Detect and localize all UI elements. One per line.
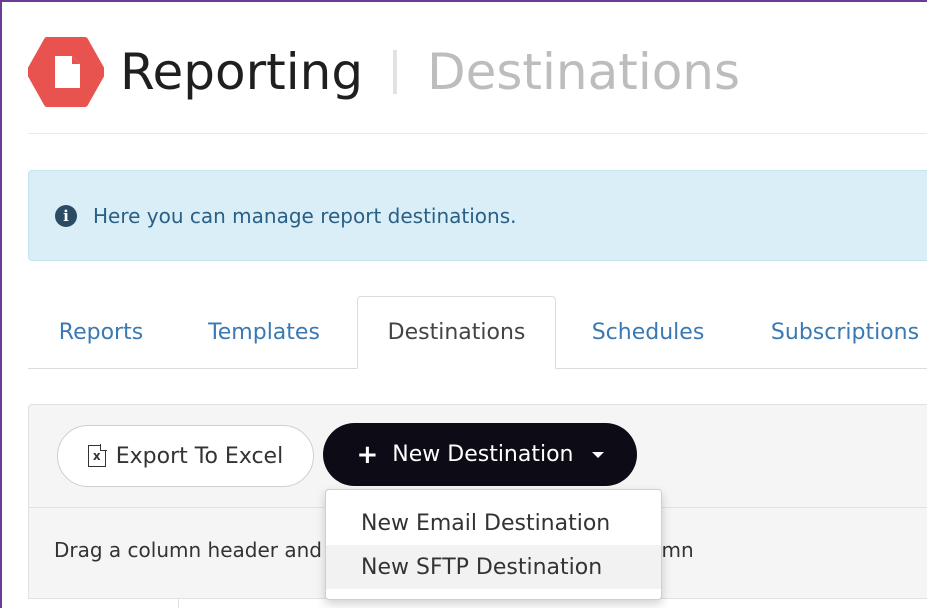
tab-destinations[interactable]: Destinations — [357, 296, 556, 369]
chevron-down-icon — [591, 451, 604, 458]
export-button-label: Export To Excel — [115, 443, 284, 469]
alert-text: Here you can manage report destinations. — [93, 203, 517, 228]
tab-subscriptions[interactable]: Subscriptions — [750, 296, 927, 369]
page-header: Reporting Destinations — [28, 30, 740, 114]
new-destination-button[interactable]: + New Destination — [323, 423, 637, 486]
info-icon: i — [55, 204, 77, 227]
page-title: Reporting — [120, 43, 364, 101]
tab-bar: Reports Templates Destinations Schedules… — [28, 296, 927, 369]
menu-item-new-sftp-destination[interactable]: New SFTP Destination — [326, 545, 661, 589]
tab-templates[interactable]: Templates — [174, 296, 354, 369]
tab-reports[interactable]: Reports — [28, 296, 174, 369]
new-destination-menu: New Email Destination New SFTP Destinati… — [325, 489, 662, 600]
page-subtitle: Destinations — [427, 43, 741, 101]
excel-file-icon: x — [87, 444, 107, 467]
plus-icon: + — [356, 439, 379, 470]
title-separator — [393, 50, 398, 94]
header-divider — [28, 133, 927, 134]
tab-schedules[interactable]: Schedules — [558, 296, 738, 369]
export-to-excel-button[interactable]: x Export To Excel — [57, 425, 314, 487]
new-destination-label: New Destination — [392, 442, 574, 467]
document-hexagon-icon — [28, 37, 104, 107]
info-alert: i Here you can manage report destination… — [28, 170, 927, 261]
menu-item-new-email-destination[interactable]: New Email Destination — [326, 501, 661, 545]
grid-column-separator — [178, 598, 179, 608]
